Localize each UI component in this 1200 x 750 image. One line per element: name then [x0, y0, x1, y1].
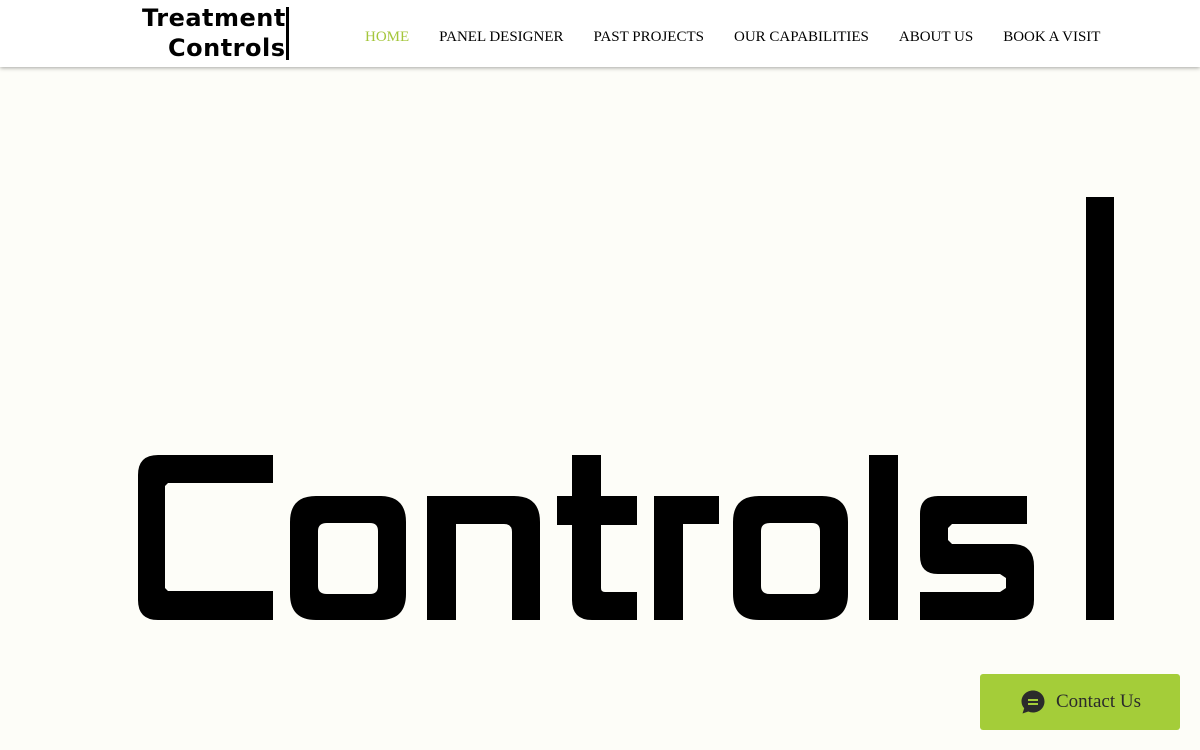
site-header: Treatment Controls HOME PANEL DESIGNER P…	[0, 0, 1200, 67]
chat-bubble-icon	[1021, 690, 1045, 714]
hero-banner	[0, 67, 1200, 750]
hero-wordmark-image	[138, 197, 1114, 620]
nav-item-past-projects[interactable]: PAST PROJECTS	[594, 28, 704, 46]
logo-text-line1: Treatment	[142, 4, 286, 32]
nav-item-panel-designer[interactable]: PANEL DESIGNER	[439, 28, 563, 46]
nav-item-home[interactable]: HOME	[365, 28, 409, 46]
nav-item-book-a-visit[interactable]: BOOK A VISIT	[1003, 28, 1100, 46]
logo-bar	[286, 7, 289, 60]
contact-us-label: Contact Us	[1056, 691, 1141, 712]
site-logo[interactable]: Treatment Controls	[140, 4, 292, 62]
main-nav: HOME PANEL DESIGNER PAST PROJECTS OUR CA…	[365, 28, 1130, 46]
contact-us-chat-button[interactable]: Contact Us	[980, 674, 1180, 730]
nav-item-our-capabilities[interactable]: OUR CAPABILITIES	[734, 28, 869, 46]
nav-item-about-us[interactable]: ABOUT US	[899, 28, 973, 46]
logo-text-line2: Controls	[168, 34, 286, 62]
